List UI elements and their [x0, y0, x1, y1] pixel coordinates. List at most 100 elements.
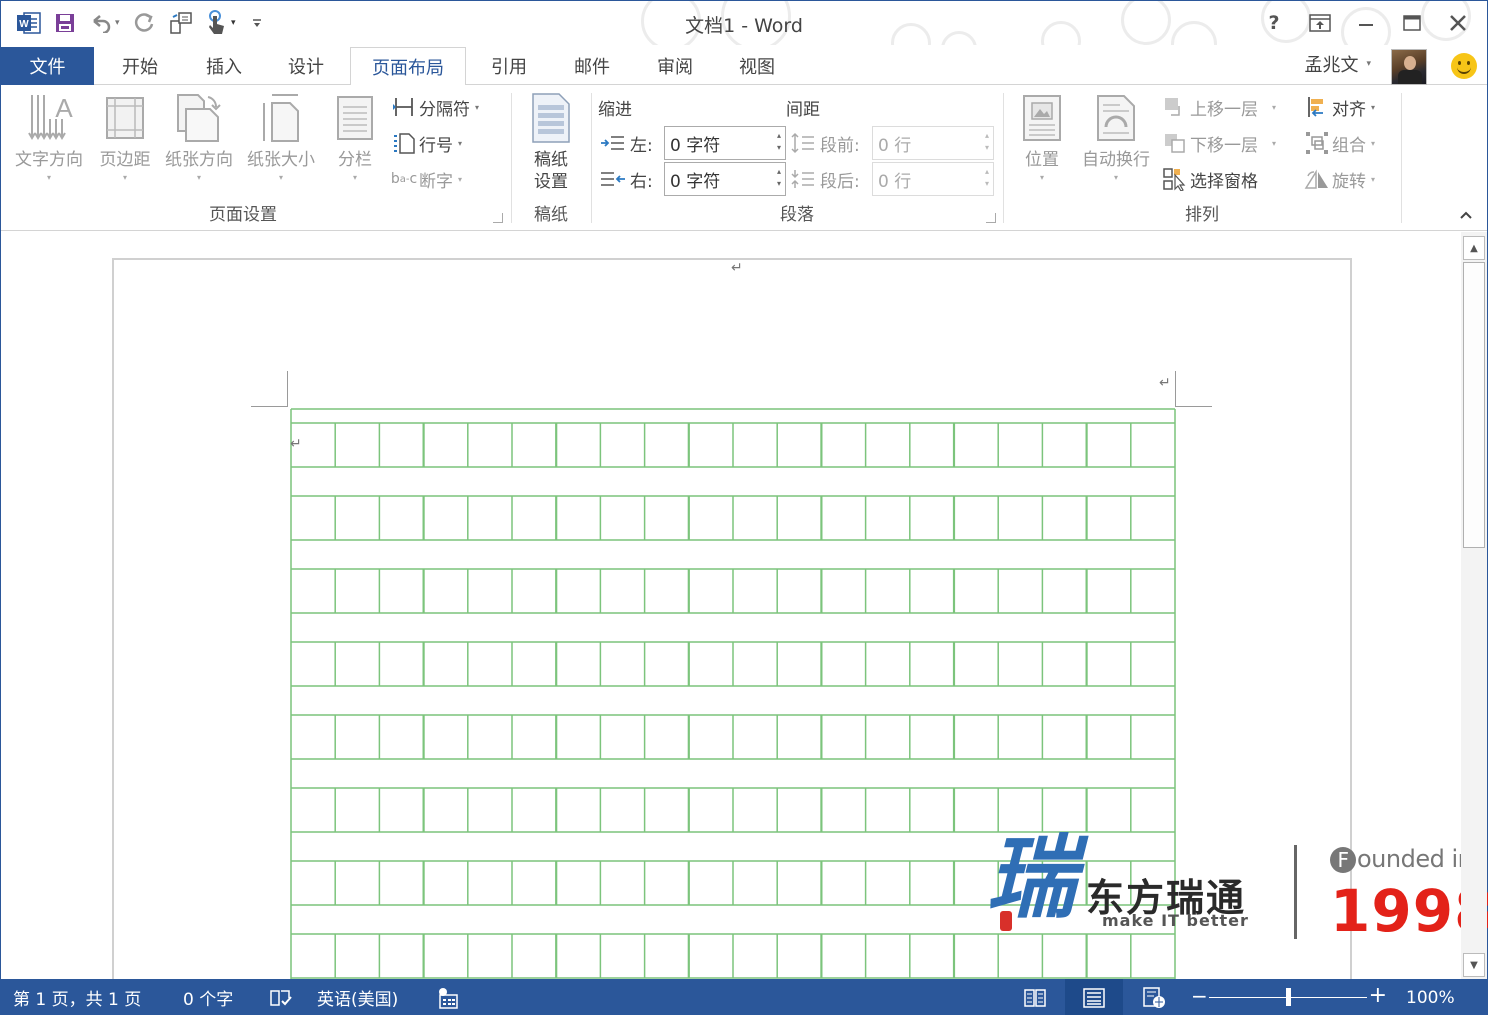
status-bar: 第 1 页，共 1 页 0 个字 英语(美国) − + 100% [1, 979, 1488, 1015]
orientation-label: 纸张方向 [165, 150, 233, 170]
chevron-down-icon: ▾ [1371, 174, 1376, 184]
orientation-button[interactable]: 纸张方向 ▾ [159, 91, 239, 182]
ribbon-display-options-button[interactable] [1297, 7, 1343, 39]
paper-size-icon [254, 91, 308, 145]
group-page-setup: A 文字方向 ▾ 页边距 ▾ 纸张方向 ▾ 纸张大小 ▾ 分栏 ▾ 分隔符 ▾ … [1, 85, 511, 231]
language-status[interactable]: 英语(美国) [317, 979, 398, 1015]
collapse-ribbon-button[interactable] [1459, 208, 1473, 224]
position-button[interactable]: 位置 ▾ [1014, 91, 1070, 182]
document-area[interactable]: ↵ ↵ ↵ [2, 232, 1460, 979]
manuscript-settings-button[interactable]: 稿纸 设置 [522, 91, 580, 193]
send-backward-label: 下移一层 [1190, 135, 1258, 156]
spacing-after-stepper[interactable]: ▴ ▾ [985, 166, 989, 190]
orientation-icon [172, 91, 226, 145]
scroll-thumb[interactable] [1463, 262, 1485, 548]
manuscript-settings-label-line1: 稿纸 [534, 150, 568, 170]
web-layout-icon [1143, 986, 1165, 1008]
margins-button[interactable]: 页边距 ▾ [93, 91, 157, 182]
text-direction-button[interactable]: A 文字方向 ▾ [9, 91, 89, 182]
zoom-slider-thumb[interactable] [1286, 988, 1291, 1006]
vertical-scrollbar[interactable]: ▲ ▼ [1461, 232, 1487, 979]
tab-view[interactable]: 视图 [720, 47, 794, 85]
user-account-menu[interactable]: 孟兆文 ▾ [1304, 51, 1371, 77]
line-numbers-label: 行号 [419, 135, 453, 156]
chevron-down-icon: ▾ [1366, 59, 1371, 69]
align-label: 对齐 [1332, 99, 1366, 120]
tab-references[interactable]: 引用 [472, 47, 546, 85]
zoom-in-button[interactable]: + [1369, 983, 1387, 1008]
columns-label: 分栏 [338, 150, 372, 170]
line-numbers-button[interactable]: 行号 ▾ [391, 129, 462, 157]
columns-button[interactable]: 分栏 ▾ [327, 91, 383, 182]
tab-design[interactable]: 设计 [269, 47, 343, 85]
indent-right-stepper[interactable]: ▴ ▾ [777, 166, 781, 190]
wrap-text-button[interactable]: 自动换行 ▾ [1076, 91, 1156, 182]
wrap-text-label: 自动换行 [1082, 150, 1150, 170]
zoom-slider[interactable]: − + [1191, 979, 1387, 1015]
macro-recording-icon[interactable] [437, 979, 459, 1015]
spacing-before-input[interactable]: 0 行 ▴ ▾ [872, 126, 994, 160]
position-icon [1015, 91, 1069, 145]
spacing-before-stepper[interactable]: ▴ ▾ [985, 130, 989, 154]
read-mode-button[interactable] [1006, 979, 1064, 1015]
chevron-down-icon: ▾ [352, 173, 357, 182]
page-count-status[interactable]: 第 1 页，共 1 页 [13, 979, 141, 1015]
selection-pane-label: 选择窗格 [1190, 171, 1258, 192]
tab-home[interactable]: 开始 [103, 47, 177, 85]
proofing-icon[interactable] [269, 979, 293, 1015]
text-direction-icon: A [22, 91, 76, 145]
crop-mark [1175, 371, 1176, 407]
spacing-after-input[interactable]: 0 行 ▴ ▾ [872, 162, 994, 196]
text-direction-label: 文字方向 [15, 150, 83, 170]
align-button[interactable]: 对齐 ▾ [1304, 93, 1375, 121]
group-objects-label: 组合 [1332, 135, 1366, 156]
tab-mailings[interactable]: 邮件 [555, 47, 629, 85]
group-objects-icon [1304, 130, 1330, 156]
hyphenation-button[interactable]: b a-c 断字 ▾ [391, 165, 462, 193]
zoom-level[interactable]: 100% [1406, 979, 1455, 1015]
send-backward-button[interactable]: 下移一层 ▾ [1162, 129, 1276, 157]
paragraph-dialog-launcher-icon[interactable] [986, 213, 996, 223]
paper-size-button[interactable]: 纸张大小 ▾ [241, 91, 321, 182]
close-button[interactable] [1435, 7, 1481, 39]
scroll-up-button[interactable]: ▲ [1463, 236, 1485, 260]
tab-file[interactable]: 文件 [1, 47, 94, 85]
print-layout-button[interactable] [1065, 979, 1123, 1015]
indent-left-stepper[interactable]: ▴ ▾ [777, 130, 781, 154]
bring-forward-button[interactable]: 上移一层 ▾ [1162, 93, 1276, 121]
feedback-smiley-icon[interactable] [1451, 53, 1477, 79]
window-controls: ? [1251, 7, 1481, 39]
zoom-out-button[interactable]: − [1191, 984, 1208, 1008]
avatar[interactable] [1391, 49, 1427, 85]
columns-icon [328, 91, 382, 145]
crop-mark [251, 406, 288, 407]
web-layout-button[interactable] [1125, 979, 1183, 1015]
paragraph-mark-header-right: ↵ [1159, 375, 1171, 391]
paragraph-mark-cursor[interactable]: ↵ [290, 436, 302, 452]
spacing-before-label: 段前: [790, 127, 860, 159]
chevron-down-icon: ▾ [458, 174, 463, 184]
tab-insert[interactable]: 插入 [187, 47, 261, 85]
rotate-button[interactable]: 旋转 ▾ [1304, 165, 1375, 193]
minimize-button[interactable] [1343, 7, 1389, 39]
selection-pane-button[interactable]: 选择窗格 [1162, 165, 1258, 193]
group-objects-button[interactable]: 组合 ▾ [1304, 129, 1375, 157]
bring-forward-label: 上移一层 [1190, 99, 1258, 120]
tab-review[interactable]: 审阅 [638, 47, 712, 85]
indent-left-input[interactable]: 0 字符 ▴ ▾ [664, 126, 786, 160]
align-icon [1304, 94, 1330, 120]
maximize-button[interactable] [1389, 7, 1435, 39]
help-button[interactable]: ? [1251, 7, 1297, 39]
word-count-status[interactable]: 0 个字 [183, 979, 233, 1015]
tab-page-layout[interactable]: 页面布局 [350, 47, 466, 86]
manuscript-grid[interactable] [290, 408, 1180, 979]
indent-right-icon [601, 172, 625, 186]
page-setup-dialog-launcher-icon[interactable] [493, 213, 503, 223]
breaks-button[interactable]: 分隔符 ▾ [391, 93, 479, 121]
rotate-label: 旋转 [1332, 171, 1366, 192]
scroll-down-button[interactable]: ▼ [1463, 953, 1485, 977]
crop-mark [1175, 406, 1212, 407]
indent-right-input[interactable]: 0 字符 ▴ ▾ [664, 162, 786, 196]
user-name: 孟兆文 [1304, 55, 1359, 76]
indent-left-label: 左: [600, 127, 653, 159]
